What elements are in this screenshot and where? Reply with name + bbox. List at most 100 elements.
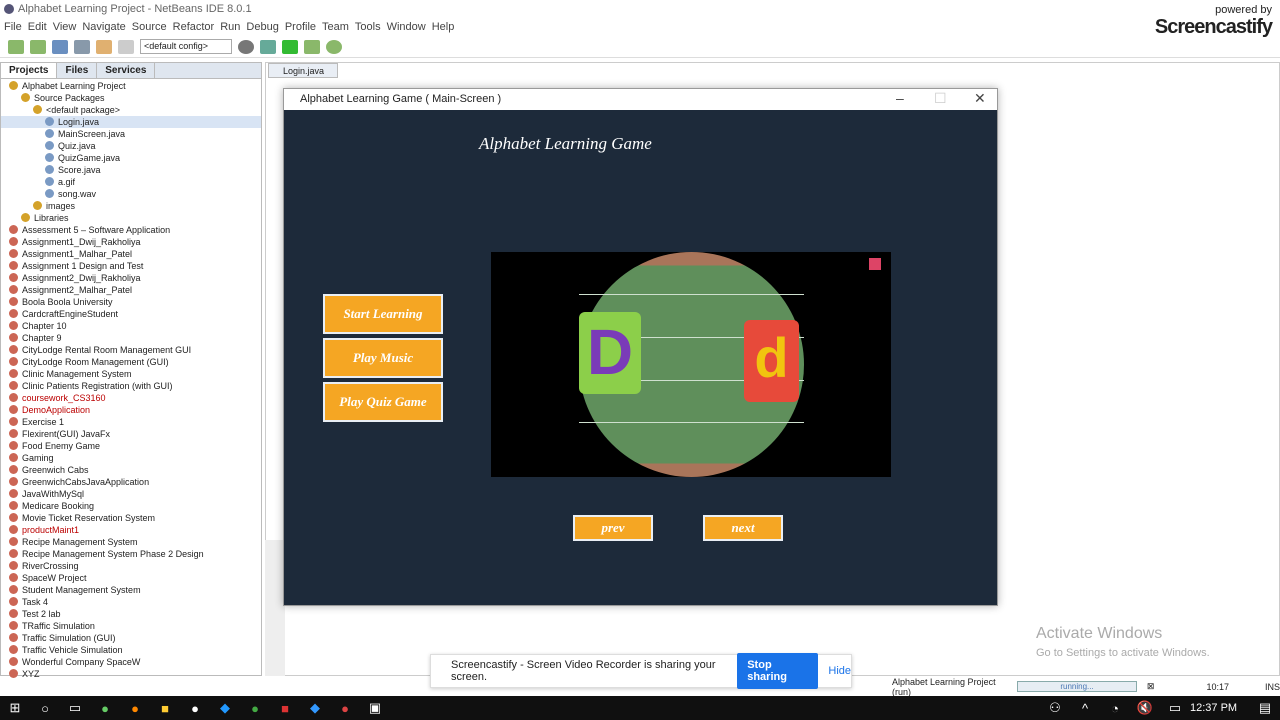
chevron-up-icon[interactable]: ^ — [1070, 701, 1100, 716]
project-item[interactable]: DemoApplication — [1, 404, 261, 416]
vscode-icon[interactable]: ◆ — [210, 700, 240, 716]
project-item[interactable]: Recipe Management System Phase 2 Design — [1, 548, 261, 560]
project-item[interactable]: CityLodge Room Management (GUI) — [1, 356, 261, 368]
project-item[interactable]: Traffic Vehicle Simulation — [1, 644, 261, 656]
project-item[interactable]: XYZ — [1, 668, 261, 680]
project-item[interactable]: Clinic Management System — [1, 368, 261, 380]
hide-button[interactable]: Hide — [828, 665, 851, 677]
menu-refactor[interactable]: Refactor — [173, 21, 215, 33]
project-item[interactable]: Food Enemy Game — [1, 440, 261, 452]
menu-debug[interactable]: Debug — [246, 21, 278, 33]
tab-files[interactable]: Files — [57, 63, 98, 78]
profile-icon[interactable] — [326, 39, 342, 54]
tree-item[interactable]: Source Packages — [1, 92, 261, 104]
tree-item[interactable]: Score.java — [1, 164, 261, 176]
tree-item[interactable]: <default package> — [1, 104, 261, 116]
app-icon[interactable]: ● — [180, 701, 210, 716]
clock[interactable]: 12:37 PM — [1190, 702, 1250, 714]
project-item[interactable]: CityLodge Rental Room Management GUI — [1, 344, 261, 356]
new-file-icon[interactable] — [8, 39, 24, 54]
close-button[interactable]: ✕ — [974, 90, 986, 107]
menu-tools[interactable]: Tools — [355, 21, 381, 33]
menu-window[interactable]: Window — [387, 21, 426, 33]
open-project-icon[interactable] — [52, 39, 68, 54]
project-item[interactable]: TRaffic Simulation — [1, 620, 261, 632]
new-project-icon[interactable] — [30, 39, 46, 54]
notifications-icon[interactable]: ▤ — [1250, 700, 1280, 716]
project-item[interactable]: GreenwichCabsJavaApplication — [1, 476, 261, 488]
save-all-icon[interactable] — [74, 39, 90, 54]
prev-button[interactable]: prev — [573, 515, 653, 541]
maximize-button[interactable]: ☐ — [934, 90, 947, 107]
volume-muted-icon[interactable]: 🔇 — [1130, 700, 1160, 716]
tree-item[interactable]: MainScreen.java — [1, 128, 261, 140]
search-icon[interactable]: ○ — [30, 701, 60, 716]
project-item[interactable]: Assignment1_Malhar_Patel — [1, 248, 261, 260]
chrome-icon[interactable]: ● — [330, 701, 360, 716]
chrome-icon[interactable]: ● — [240, 701, 270, 716]
project-item[interactable]: Wonderful Company SpaceW — [1, 656, 261, 668]
config-select[interactable]: <default config> — [140, 39, 232, 54]
project-item[interactable]: Chapter 10 — [1, 320, 261, 332]
tab-login-java[interactable]: Login.java — [268, 63, 338, 78]
project-item[interactable]: Traffic Simulation (GUI) — [1, 632, 261, 644]
tree-item[interactable]: a.gif — [1, 176, 261, 188]
people-icon[interactable]: ⚇ — [1040, 700, 1070, 716]
project-item[interactable]: Greenwich Cabs — [1, 464, 261, 476]
project-item[interactable]: Medicare Booking — [1, 500, 261, 512]
tree-item[interactable]: Quiz.java — [1, 140, 261, 152]
project-item[interactable]: Movie Ticket Reservation System — [1, 512, 261, 524]
project-item[interactable]: CardcraftEngineStudent — [1, 308, 261, 320]
menu-help[interactable]: Help — [432, 21, 455, 33]
project-item[interactable]: Recipe Management System — [1, 536, 261, 548]
build-icon[interactable] — [238, 39, 254, 54]
windows-start-icon[interactable]: ⊞ — [0, 700, 30, 716]
menu-navigate[interactable]: Navigate — [82, 21, 125, 33]
project-item[interactable]: Assessment 5 – Software Application — [1, 224, 261, 236]
project-item[interactable]: Clinic Patients Registration (with GUI) — [1, 380, 261, 392]
tree-item[interactable]: Alphabet Learning Project — [1, 80, 261, 92]
start-learning-button[interactable]: Start Learning — [323, 294, 443, 334]
task-view-icon[interactable]: ▭ — [60, 700, 90, 716]
play-quiz-game-button[interactable]: Play Quiz Game — [323, 382, 443, 422]
file-explorer-icon[interactable]: ■ — [150, 701, 180, 716]
minimize-button[interactable]: – — [896, 90, 904, 106]
tab-projects[interactable]: Projects — [1, 63, 58, 78]
play-music-button[interactable]: Play Music — [323, 338, 443, 378]
project-item[interactable]: Chapter 9 — [1, 332, 261, 344]
tree-item[interactable]: images — [1, 200, 261, 212]
menu-source[interactable]: Source — [132, 21, 167, 33]
undo-icon[interactable] — [96, 39, 112, 54]
project-item[interactable]: JavaWithMySql — [1, 488, 261, 500]
project-item[interactable]: Assignment2_Malhar_Patel — [1, 284, 261, 296]
project-item[interactable]: coursework_CS3160 — [1, 392, 261, 404]
project-item[interactable]: RiverCrossing — [1, 560, 261, 572]
run-icon[interactable] — [282, 39, 298, 54]
project-item[interactable]: Exercise 1 — [1, 416, 261, 428]
project-item[interactable]: Flexirent(GUI) JavaFx — [1, 428, 261, 440]
tab-services[interactable]: Services — [97, 63, 156, 78]
tree-item[interactable]: Libraries — [1, 212, 261, 224]
project-item[interactable]: Task 4 — [1, 596, 261, 608]
menu-file[interactable]: File — [4, 21, 22, 33]
project-item[interactable]: Assignment2_Dwij_Rakholiya — [1, 272, 261, 284]
menu-run[interactable]: Run — [220, 21, 240, 33]
app-icon[interactable]: ● — [90, 701, 120, 716]
java-app-icon[interactable]: ▣ — [360, 700, 390, 716]
battery-icon[interactable]: ▭ — [1160, 700, 1190, 716]
project-item[interactable]: Test 2 lab — [1, 608, 261, 620]
project-item[interactable]: Gaming — [1, 452, 261, 464]
app-icon[interactable]: ◆ — [300, 700, 330, 716]
project-item[interactable]: Student Management System — [1, 584, 261, 596]
tree-item[interactable]: song.wav — [1, 188, 261, 200]
menu-team[interactable]: Team — [322, 21, 349, 33]
project-item[interactable]: Assignment1_Dwij_Rakholiya — [1, 236, 261, 248]
tree-item[interactable]: QuizGame.java — [1, 152, 261, 164]
cancel-task-icon[interactable]: ⊠ — [1147, 681, 1155, 692]
next-button[interactable]: next — [703, 515, 783, 541]
debug-icon[interactable] — [304, 39, 320, 54]
clean-build-icon[interactable] — [260, 39, 276, 54]
app-icon[interactable]: ● — [120, 701, 150, 716]
project-item[interactable]: SpaceW Project — [1, 572, 261, 584]
app-icon[interactable]: ■ — [270, 701, 300, 716]
